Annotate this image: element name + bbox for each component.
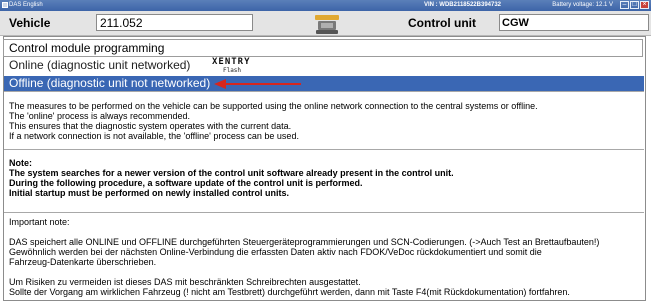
window-title: DAS English bbox=[9, 2, 43, 8]
minimize-icon[interactable]: – bbox=[620, 1, 629, 9]
note-line: The system searches for a newer version … bbox=[9, 168, 454, 178]
option-offline[interactable]: Offline (diagnostic unit not networked) bbox=[4, 76, 644, 91]
app-icon bbox=[2, 2, 8, 8]
logo-sub: Flash bbox=[222, 67, 242, 74]
info-line: The 'online' process is always recommend… bbox=[9, 111, 191, 121]
logo-brand: XENTRY bbox=[212, 57, 251, 67]
important-line: Sollte der Vorgang am wirklichen Fahrzeu… bbox=[9, 287, 570, 297]
vehicle-lift-icon bbox=[315, 15, 339, 34]
vehicle-field: 211.052 bbox=[96, 14, 253, 31]
info-section: The measures to be performed on the vehi… bbox=[4, 91, 644, 148]
note-title: Note: bbox=[9, 158, 32, 168]
note-line: Initial startup must be performed on new… bbox=[9, 188, 290, 198]
info-line: If a network connection is not available… bbox=[9, 131, 299, 141]
arrow-icon bbox=[214, 79, 301, 89]
note-section: Note: The system searches for a newer ve… bbox=[4, 149, 644, 212]
important-line: Gewöhnlich werden bei der nächsten Onlin… bbox=[9, 247, 542, 257]
option-online[interactable]: Online (diagnostic unit networked) bbox=[4, 58, 644, 73]
vehicle-label: Vehicle bbox=[9, 16, 51, 30]
control-unit-label: Control unit bbox=[408, 16, 476, 30]
important-line: DAS speichert alle ONLINE und OFFLINE du… bbox=[9, 237, 600, 247]
page-title: Control module programming bbox=[3, 39, 643, 57]
info-line: The measures to be performed on the vehi… bbox=[9, 101, 538, 111]
control-unit-field: CGW bbox=[499, 14, 649, 31]
battery-readout: Battery voltage: 12.1 V bbox=[552, 2, 613, 8]
vin-readout: VIN : WDB2118522B394732 bbox=[423, 2, 501, 8]
xentry-flash-logo: XENTRY Flash bbox=[212, 57, 252, 75]
important-line: Um Risiken zu vermeiden ist dieses DAS m… bbox=[9, 277, 361, 287]
important-section: Important note: DAS speichert alle ONLIN… bbox=[4, 212, 644, 301]
maximize-icon[interactable]: □ bbox=[630, 1, 639, 9]
close-icon[interactable]: × bbox=[640, 1, 649, 9]
important-line: Fahrzeug-Datenkarte überschrieben. bbox=[9, 257, 157, 267]
info-line: This ensures that the diagnostic system … bbox=[9, 121, 292, 131]
important-title: Important note: bbox=[9, 217, 70, 227]
title-bar: DAS English VIN : WDB2118522B394732 Batt… bbox=[0, 0, 651, 11]
note-line: During the following procedure, a softwa… bbox=[9, 178, 363, 188]
